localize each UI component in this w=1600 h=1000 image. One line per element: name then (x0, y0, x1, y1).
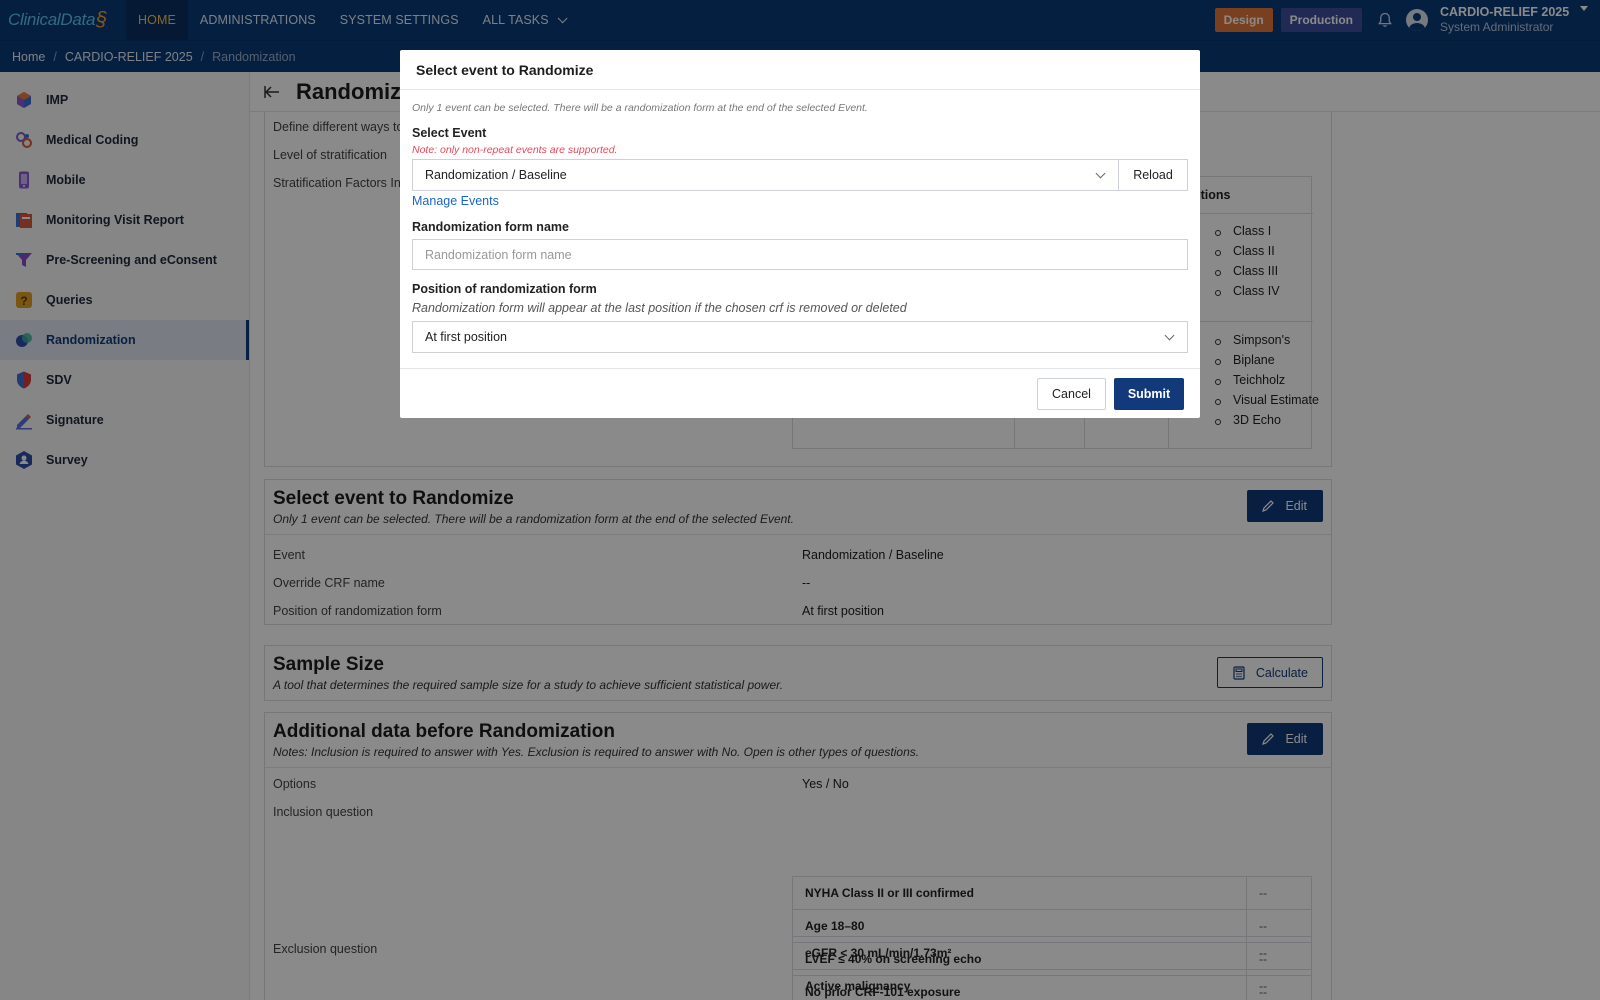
cancel-button[interactable]: Cancel (1037, 378, 1106, 410)
modal-title: Select event to Randomize (400, 50, 1200, 90)
modal-hint: Only 1 event can be selected. There will… (412, 102, 868, 114)
event-select[interactable]: Randomization / Baseline (412, 159, 1119, 191)
submit-button[interactable]: Submit (1114, 378, 1184, 410)
form-name-input[interactable]: Randomization form name (412, 239, 1188, 270)
position-select-value: At first position (425, 330, 507, 344)
manage-events-link[interactable]: Manage Events (412, 194, 1188, 208)
select-event-label: Select Event (412, 126, 487, 140)
event-select-row: Randomization / Baseline Reload (412, 159, 1188, 191)
chevron-down-icon (1095, 168, 1106, 179)
modal-body: Only 1 event can be selected. There will… (400, 90, 1200, 353)
position-description: Randomization form will appear at the la… (412, 301, 907, 315)
position-label: Position of randomization form (412, 282, 597, 296)
event-select-value: Randomization / Baseline (425, 168, 567, 182)
select-event-modal: Select event to Randomize Only 1 event c… (400, 50, 1200, 418)
reload-button[interactable]: Reload (1119, 159, 1188, 191)
modal-footer: Cancel Submit (400, 368, 1200, 418)
position-select[interactable]: At first position (412, 321, 1188, 353)
chevron-down-icon (1164, 330, 1175, 341)
form-name-label: Randomization form name (412, 220, 569, 234)
event-note: Note: only non-repeat events are support… (412, 144, 618, 156)
